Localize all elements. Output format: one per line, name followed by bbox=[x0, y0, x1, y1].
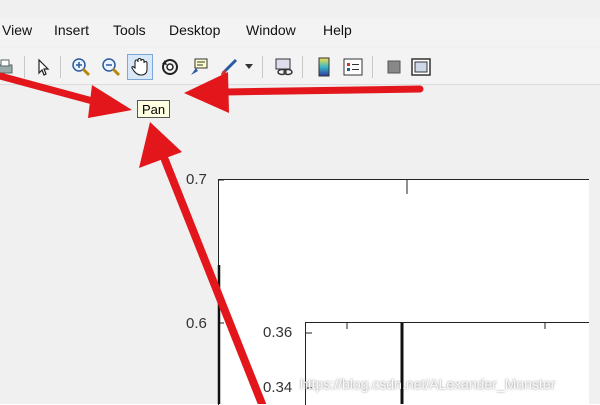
red-arrowhead-right bbox=[184, 72, 229, 113]
annotation-arrows bbox=[0, 72, 424, 404]
red-arrowhead-left bbox=[88, 85, 132, 118]
red-arrow-left bbox=[0, 72, 104, 107]
matlab-figure-window: View Insert Tools Desktop Window Help 0.… bbox=[0, 0, 600, 405]
red-arrow-right bbox=[221, 85, 424, 96]
red-arrow-bottom bbox=[161, 156, 266, 404]
red-arrowhead-bottom bbox=[139, 122, 182, 168]
